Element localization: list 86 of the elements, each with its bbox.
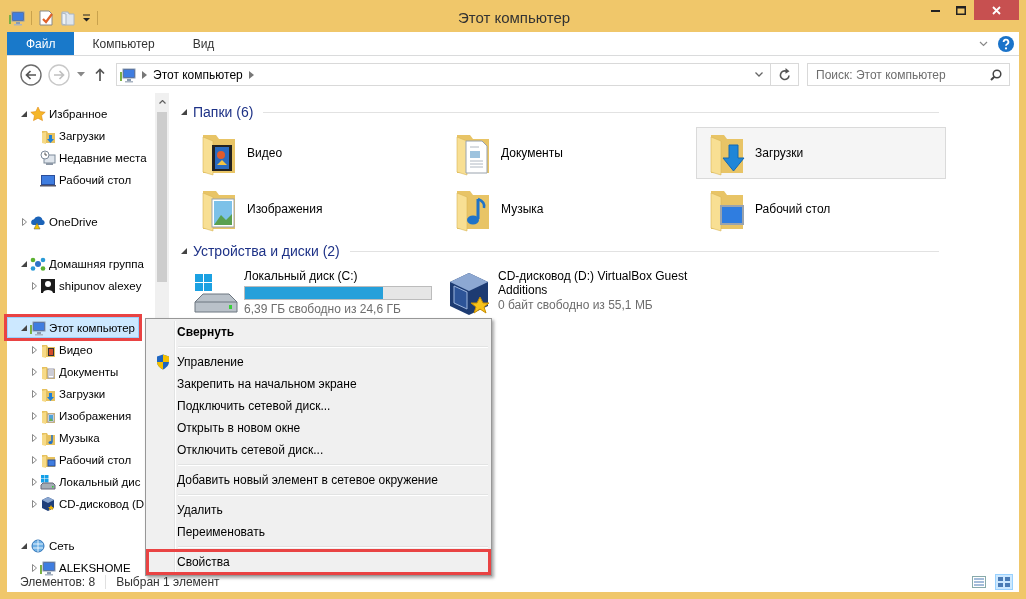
tree-item[interactable]: CD-дисковод (D	[7, 493, 146, 514]
maximize-icon	[956, 5, 966, 15]
recent-places-icon	[40, 149, 56, 166]
help-icon	[998, 35, 1014, 52]
breadcrumb-arrow-icon	[142, 70, 147, 79]
menu-item[interactable]: Добавить новый элемент в сетевое окружение	[148, 469, 489, 491]
computer-icon	[120, 66, 136, 83]
folder-item[interactable]: Музыка	[442, 183, 692, 235]
tree-item[interactable]: shipunov alexey	[7, 275, 143, 296]
tree-item[interactable]: Загрузки	[7, 125, 107, 146]
drive-name: Локальный диск (C:)	[244, 269, 359, 283]
menu-item[interactable]: Свойства	[148, 551, 489, 573]
close-button[interactable]	[974, 0, 1019, 20]
minimize-icon	[930, 8, 940, 12]
drive-item[interactable]: Локальный диск (C:) 6,39 ГБ свободно из 24,6 ГБ	[188, 266, 438, 319]
tree-item[interactable]: Недавние места	[7, 147, 148, 168]
menu-item[interactable]: Переименовать	[148, 521, 489, 543]
breadcrumb-item[interactable]: Этот компьютер	[153, 67, 243, 82]
chevron-down-icon	[755, 72, 763, 77]
ribbon-tab[interactable]: Компьютер	[73, 32, 174, 55]
tree-item[interactable]: Видео	[7, 339, 94, 360]
drive-item[interactable]: CD-дисковод (D:) VirtualBox Guest Additions 0 байт свободно из 55,1 МБ	[442, 266, 692, 319]
menu-item[interactable]: Удалить	[148, 499, 489, 521]
close-icon	[992, 5, 1001, 15]
tiles-view-button[interactable]	[995, 574, 1013, 590]
shield-icon	[155, 354, 170, 370]
folder-item[interactable]: Загрузки	[696, 127, 946, 179]
computer-icon	[40, 559, 56, 576]
computer-icon	[30, 319, 46, 336]
chevron-down-icon	[979, 40, 988, 47]
refresh-icon	[778, 68, 791, 81]
selection-status: Выбран 1 элемент	[116, 575, 220, 589]
group-header[interactable]: Папки (6)	[193, 104, 254, 120]
group-header[interactable]: Устройства и диски (2)	[193, 243, 340, 259]
menu-item[interactable]: Управление	[148, 351, 489, 373]
tree-item[interactable]: OneDrive	[7, 211, 99, 232]
free-space-text: 6,39 ГБ свободно из 24,6 ГБ	[244, 302, 402, 316]
tree-item[interactable]: Локальный дис	[7, 471, 142, 492]
tree-item[interactable]: Домашняя группа	[7, 253, 145, 274]
menu-item[interactable]: Закрепить на начальном экране	[148, 373, 489, 395]
menu-item[interactable]: Свернуть	[148, 321, 489, 343]
free-space-text: 0 байт свободно из 55,1 МБ	[498, 298, 654, 312]
tree-item[interactable]: Избранное	[7, 103, 109, 124]
details-view-icon	[972, 576, 986, 588]
tree-item[interactable]: Рабочий стол	[7, 169, 133, 190]
tiles-view-icon	[997, 576, 1011, 588]
computer-icon	[9, 10, 25, 26]
back-button[interactable]	[18, 61, 44, 88]
up-arrow-icon	[95, 68, 105, 81]
details-view-button[interactable]	[971, 575, 987, 589]
menu-item[interactable]: Отключить сетевой диск...	[148, 439, 489, 461]
user-icon	[40, 277, 56, 294]
windows-drive-icon	[40, 473, 56, 490]
search-field[interactable]: Поиск: Этот компьютер	[807, 63, 1010, 86]
tree-item[interactable]: Рабочий стол	[7, 449, 133, 470]
caret-icon	[77, 72, 85, 77]
tree-item[interactable]: Загрузки	[7, 383, 107, 404]
folder-item[interactable]: Рабочий стол	[696, 183, 946, 235]
tree-item[interactable]: Музыка	[7, 427, 101, 448]
homegroup-icon	[30, 255, 46, 272]
breadcrumb-arrow-icon	[248, 70, 254, 79]
folder-item[interactable]: Видео	[188, 127, 438, 179]
caret-up-icon	[158, 99, 166, 104]
ribbon-tab[interactable]: Вид	[173, 32, 234, 55]
tree-item[interactable]: Изображения	[7, 405, 133, 426]
window-title: Этот компьютер	[456, 7, 572, 26]
scrollbar-thumb[interactable]	[157, 112, 167, 282]
tree-item[interactable]: Документы	[7, 361, 120, 382]
drive-name: CD-дисковод (D:) VirtualBox Guest Additions	[498, 269, 689, 297]
item-count: Элементов: 8	[20, 575, 96, 589]
search-icon	[990, 68, 1002, 81]
properties-icon	[38, 10, 54, 26]
new-folder-icon	[60, 10, 76, 26]
file-menu-tab[interactable]: Файл	[7, 32, 74, 55]
menu-item[interactable]: Подключить сетевой диск...	[148, 395, 489, 417]
star-icon	[30, 105, 46, 122]
folder-item[interactable]: Документы	[442, 127, 692, 179]
network-icon	[30, 537, 46, 554]
search-input[interactable]: Поиск: Этот компьютер	[808, 67, 983, 82]
dropdown-caret-icon	[82, 14, 91, 22]
virtualbox-cube-icon	[40, 495, 56, 512]
folder-item[interactable]: Изображения	[188, 183, 438, 235]
tree-item[interactable]: ALEKSHOME	[7, 557, 132, 578]
tree-item[interactable]: Этот компьютер	[7, 317, 139, 338]
menu-item[interactable]: Открыть в новом окне	[148, 417, 489, 439]
tree-item[interactable]: Сеть	[7, 535, 76, 556]
